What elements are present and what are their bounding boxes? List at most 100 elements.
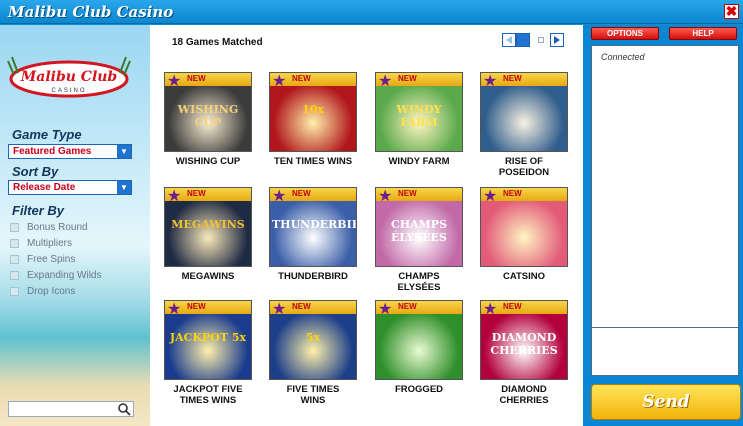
page-indicator-current[interactable]: [516, 33, 530, 47]
star-icon: ★: [483, 301, 498, 318]
filter-multipliers[interactable]: Multipliers: [10, 238, 72, 249]
title-bar: Malibu Club Casino ✖: [0, 0, 743, 24]
game-name-line1: RISE OF: [504, 156, 543, 167]
game-type-value: Featured Games: [13, 146, 92, 157]
game-thumbnail[interactable]: ★ NEW 5x: [269, 300, 357, 380]
sort-by-select[interactable]: Release Date ▼: [8, 180, 132, 195]
send-button[interactable]: Send: [591, 384, 741, 420]
connection-status: Connected: [601, 52, 645, 62]
close-icon[interactable]: ✖: [724, 4, 739, 19]
game-art-title: WISHING CUP: [177, 103, 239, 129]
checkbox[interactable]: [10, 287, 19, 296]
new-badge: NEW: [187, 302, 206, 311]
new-badge: NEW: [503, 74, 522, 83]
game-thumbnail[interactable]: ★ NEW THUNDERBIRD: [269, 187, 357, 267]
game-name-line1: DIAMOND: [501, 384, 547, 395]
star-icon: ★: [378, 301, 393, 318]
game-tile[interactable]: ★ NEW MEGAWINS MEGAWINS: [163, 187, 253, 282]
game-tile[interactable]: ★ NEW RISE OF POSEIDON: [479, 72, 569, 178]
chevron-down-icon[interactable]: ▼: [117, 181, 131, 194]
game-name-line2: WINS: [300, 395, 326, 406]
game-name[interactable]: RISE OF POSEIDON: [479, 156, 569, 178]
game-art-title: CHAMPS ÉLYSÉES: [390, 218, 448, 244]
game-name[interactable]: DIAMOND CHERRIES: [479, 384, 569, 406]
game-thumbnail[interactable]: ★ NEW DIAMOND CHERRIES: [480, 300, 568, 380]
search-icon[interactable]: [117, 402, 131, 416]
game-name[interactable]: FIVE TIMES WINS: [268, 384, 358, 406]
arrow-left-icon: [506, 36, 512, 44]
new-badge: NEW: [187, 189, 206, 198]
star-icon: ★: [483, 188, 498, 205]
game-tile[interactable]: ★ NEW DIAMOND CHERRIES DIAMOND CHERRIES: [479, 300, 569, 406]
game-name-line2: ELYSÉES: [397, 282, 441, 293]
game-name[interactable]: JACKPOT FIVE TIMES WINS: [163, 384, 253, 406]
checkbox[interactable]: [10, 271, 19, 280]
checkbox[interactable]: [10, 239, 19, 248]
game-tile[interactable]: ★ NEW CHAMPS ÉLYSÉES CHAMPS ELYSÉES: [374, 187, 464, 293]
game-tile[interactable]: ★ NEW FROGGED: [374, 300, 464, 395]
game-name-line1: FIVE TIMES: [286, 384, 340, 395]
game-name[interactable]: MEGAWINS: [163, 271, 253, 282]
game-name[interactable]: CATSINO: [479, 271, 569, 282]
game-gallery: 18 Games Matched ★ NEW WISHING CUP WISHING …: [150, 25, 583, 426]
help-button[interactable]: HELP: [669, 27, 737, 40]
game-type-select[interactable]: Featured Games ▼: [8, 144, 132, 159]
game-thumbnail[interactable]: ★ NEW 10x: [269, 72, 357, 152]
game-tile[interactable]: ★ NEW 10x TEN TIMES WINS: [268, 72, 358, 167]
game-name[interactable]: WISHING CUP: [163, 156, 253, 167]
next-page-button[interactable]: [550, 33, 564, 47]
game-name-line1: JACKPOT FIVE: [173, 384, 243, 395]
game-name-line1: TEN TIMES WINS: [273, 156, 353, 167]
game-thumbnail[interactable]: ★ NEW: [480, 187, 568, 267]
star-icon: ★: [272, 73, 287, 90]
game-thumbnail[interactable]: ★ NEW: [375, 300, 463, 380]
game-tile[interactable]: ★ NEW CATSINO: [479, 187, 569, 282]
filter-drop-icons[interactable]: Drop Icons: [10, 286, 75, 297]
game-name[interactable]: WINDY FARM: [374, 156, 464, 167]
options-button[interactable]: OPTIONS: [591, 27, 659, 40]
checkbox[interactable]: [10, 223, 19, 232]
game-name[interactable]: TEN TIMES WINS: [268, 156, 358, 167]
game-thumbnail[interactable]: ★ NEW MEGAWINS: [164, 187, 252, 267]
game-tile[interactable]: ★ NEW THUNDERBIRD THUNDERBIRD: [268, 187, 358, 282]
game-thumbnail[interactable]: ★ NEW JACKPOT 5x: [164, 300, 252, 380]
game-tile[interactable]: ★ NEW WINDY FARM WINDY FARM: [374, 72, 464, 167]
game-art-title: WINDY FARM: [396, 103, 442, 129]
new-badge: NEW: [398, 302, 417, 311]
game-thumbnail[interactable]: ★ NEW WINDY FARM: [375, 72, 463, 152]
game-art: [481, 86, 567, 151]
checkbox[interactable]: [10, 255, 19, 264]
star-icon: ★: [167, 188, 182, 205]
star-icon: ★: [272, 188, 287, 205]
filter-expanding-wilds[interactable]: Expanding Wilds: [10, 270, 101, 281]
page-indicator[interactable]: [538, 37, 544, 43]
star-icon: ★: [167, 301, 182, 318]
search-input[interactable]: [8, 401, 134, 417]
game-name[interactable]: THUNDERBIRD: [268, 271, 358, 282]
sort-by-value: Release Date: [13, 182, 76, 193]
game-name[interactable]: FROGGED: [374, 384, 464, 395]
new-badge: NEW: [292, 189, 311, 198]
game-tile[interactable]: ★ NEW JACKPOT 5x JACKPOT FIVE TIMES WINS: [163, 300, 253, 406]
game-name-line2: TIMES WINS: [179, 395, 237, 406]
prev-page-button[interactable]: [502, 33, 516, 47]
message-input[interactable]: [591, 327, 739, 376]
game-name-line2: POSEIDON: [498, 167, 550, 178]
filter-free-spins[interactable]: Free Spins: [10, 254, 75, 265]
star-icon: ★: [483, 73, 498, 90]
star-icon: ★: [167, 73, 182, 90]
new-badge: NEW: [292, 74, 311, 83]
game-art: [270, 201, 356, 266]
filter-sidebar: Malibu Club CASINO Game Type Featured Ga…: [0, 25, 150, 426]
game-name[interactable]: CHAMPS ELYSÉES: [374, 271, 464, 293]
sort-by-label: Sort By: [12, 164, 59, 179]
game-thumbnail[interactable]: ★ NEW WISHING CUP: [164, 72, 252, 152]
filter-bonus-round[interactable]: Bonus Round: [10, 222, 88, 233]
game-thumbnail[interactable]: ★ NEW CHAMPS ÉLYSÉES: [375, 187, 463, 267]
game-tile[interactable]: ★ NEW WISHING CUP WISHING CUP: [163, 72, 253, 167]
game-type-label: Game Type: [12, 127, 82, 142]
game-art-title: JACKPOT 5x: [169, 331, 247, 344]
chevron-down-icon[interactable]: ▼: [117, 145, 131, 158]
game-thumbnail[interactable]: ★ NEW: [480, 72, 568, 152]
game-tile[interactable]: ★ NEW 5x FIVE TIMES WINS: [268, 300, 358, 406]
